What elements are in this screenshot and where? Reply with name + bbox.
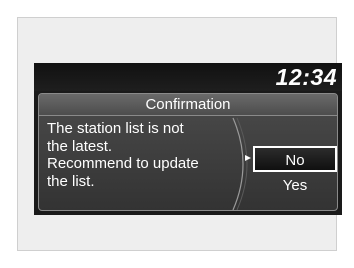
selection-cursor-icon — [245, 155, 251, 161]
dialog-title: Confirmation — [145, 96, 231, 113]
clock: 12:34 — [275, 64, 337, 90]
status-bar: 12:34 — [34, 63, 342, 91]
message-line: Recommend to update — [47, 155, 199, 172]
message-line: the list. — [47, 172, 95, 190]
yes-button[interactable]: Yes — [253, 173, 337, 199]
dialog-title-bar: Confirmation — [39, 94, 337, 116]
no-button[interactable]: No — [253, 146, 337, 172]
display-screen: 12:34 Confirmation The station list is n… — [34, 63, 342, 215]
message-line: the latest. — [47, 137, 113, 155]
confirmation-dialog: Confirmation The station list is not the… — [38, 93, 338, 211]
dialog-message: The station list is not the latest. Reco… — [47, 120, 233, 190]
message-line: The station list is not — [47, 120, 184, 137]
